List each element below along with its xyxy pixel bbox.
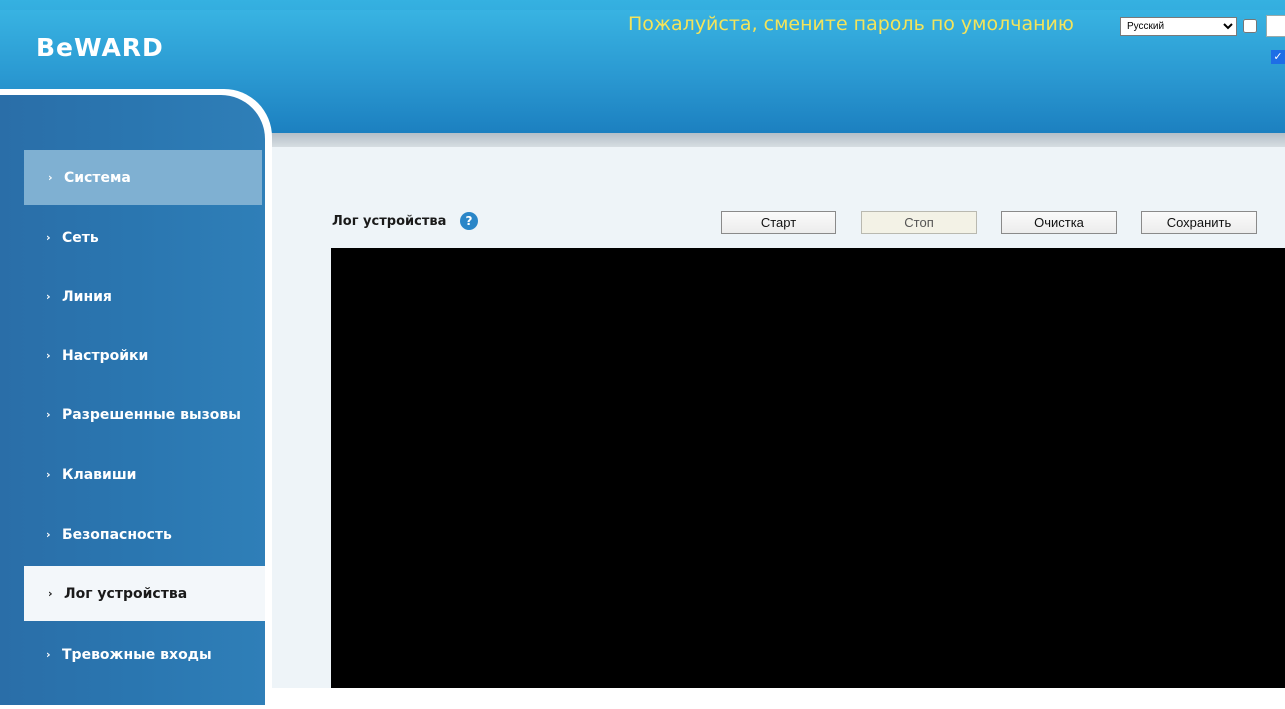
device-log-textarea[interactable] [331, 248, 1285, 688]
sidebar-item-label: Безопасность [62, 526, 172, 543]
chevron-right-icon: › [46, 349, 51, 362]
chevron-right-icon: › [46, 528, 51, 541]
sidebar-item-system[interactable]: › Система [24, 150, 262, 205]
help-icon[interactable]: ? [460, 212, 478, 230]
sidebar-item-label: Система [64, 169, 131, 186]
change-password-warning: Пожалуйста, смените пароль по умолчанию [628, 13, 1074, 35]
chevron-right-icon: › [46, 408, 51, 421]
sidebar-item-allowed-calls[interactable]: › Разрешенные вызовы [0, 387, 262, 442]
sidebar-item-label: Настройки [62, 347, 149, 364]
chevron-right-icon: › [48, 171, 53, 184]
sidebar-item-keys[interactable]: › Клавиши [0, 447, 262, 502]
chevron-right-icon: › [46, 648, 51, 661]
language-select[interactable]: Русский [1120, 17, 1237, 36]
checked-checkbox-icon[interactable]: ✓ [1271, 50, 1285, 64]
sidebar-item-label: Лог устройства [64, 585, 188, 602]
sidebar-item-security[interactable]: › Безопасность [0, 507, 262, 562]
sidebar-item-network[interactable]: › Сеть [0, 210, 262, 265]
chevron-right-icon: › [46, 468, 51, 481]
beward-logo: BeWARD [36, 33, 164, 62]
sidebar-item-label: Разрешенные вызовы [62, 406, 241, 423]
header-checkbox[interactable] [1243, 19, 1257, 33]
clear-button[interactable]: Очистка [1001, 211, 1117, 234]
sidebar-item-label: Сеть [62, 229, 99, 246]
save-button[interactable]: Сохранить [1141, 211, 1257, 234]
sidebar-item-label: Клавиши [62, 466, 137, 483]
stop-button[interactable]: Стоп [861, 211, 977, 234]
sidebar-item-label: Тревожные входы [62, 646, 212, 663]
start-button[interactable]: Старт [721, 211, 836, 234]
sidebar-item-device-log[interactable]: › Лог устройства [24, 566, 265, 621]
sidebar-item-label: Линия [62, 288, 112, 305]
chevron-right-icon: › [46, 290, 51, 303]
page-title: Лог устройства [332, 214, 447, 229]
sidebar-item-settings[interactable]: › Настройки [0, 328, 262, 383]
sidebar-item-alarm-inputs[interactable]: › Тревожные входы [0, 627, 262, 682]
chevron-right-icon: › [48, 587, 53, 600]
header-extra-box[interactable] [1266, 15, 1285, 37]
sidebar: › Система › Сеть › Линия › Настройки › Р… [0, 95, 265, 705]
sidebar-item-line[interactable]: › Линия [0, 269, 262, 324]
chevron-right-icon: › [46, 231, 51, 244]
content-top-strip [268, 133, 1285, 147]
